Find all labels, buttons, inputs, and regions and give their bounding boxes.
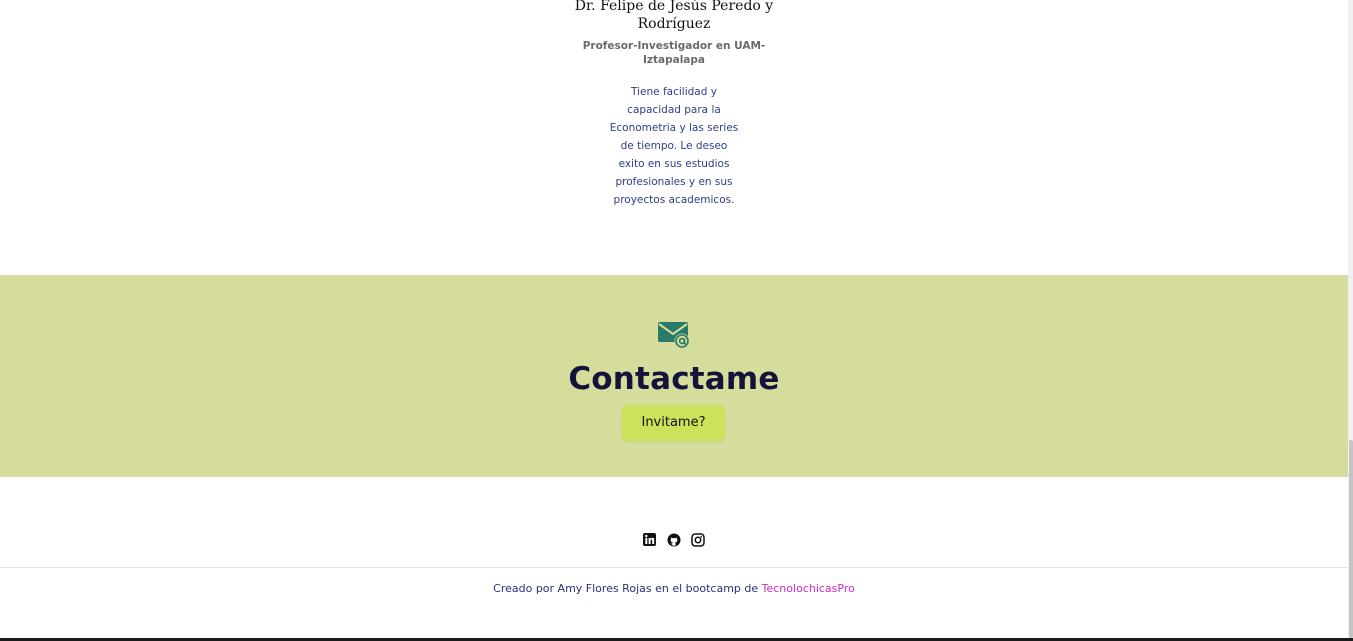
scrollbar-thumb[interactable] xyxy=(1349,440,1353,638)
invite-button[interactable]: Invitame? xyxy=(622,405,725,441)
footer-credits: Creado por Amy Flores Rojas en el bootca… xyxy=(374,581,974,597)
social-links xyxy=(640,532,710,548)
scrollbar[interactable] xyxy=(1348,0,1353,638)
contact-title: Contactame xyxy=(568,361,780,397)
envelope-at-icon xyxy=(658,322,690,349)
testimonial-quote: Tiene facilidad y capacidad para la Econ… xyxy=(609,86,739,206)
credits-text: Creado por Amy Flores Rojas en el bootca… xyxy=(493,582,762,595)
contact-section: Contactame Invitame? xyxy=(0,275,1348,477)
testimonial-name: Dr. Felipe de Jesús Peredo y Rodríguez xyxy=(574,0,774,32)
github-icon[interactable] xyxy=(667,532,681,547)
linkedin-icon[interactable] xyxy=(643,532,657,546)
instagram-icon[interactable] xyxy=(691,532,705,547)
testimonial-role: Profesor-Investigador en UAM-Iztapalapa xyxy=(582,40,766,66)
testimonial-card: Dr. Felipe de Jesús Peredo y Rodríguez P… xyxy=(0,0,1348,275)
tecnolochicas-link[interactable]: TecnolochicasPro xyxy=(762,582,855,595)
footer-divider xyxy=(0,567,1348,568)
page: Dr. Felipe de Jesús Peredo y Rodríguez P… xyxy=(0,0,1353,641)
